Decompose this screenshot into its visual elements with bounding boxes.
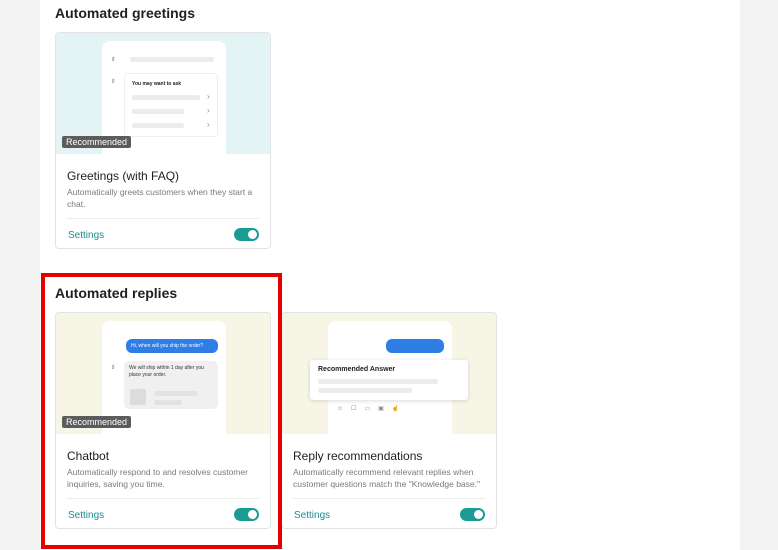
chevron-right-icon: › xyxy=(207,92,210,101)
card-reply-recommendations: Recommended Answer ☺☐▭▣☝ Reply recommend… xyxy=(281,312,497,529)
settings-link-greetings[interactable]: Settings xyxy=(68,230,104,241)
card-body: Reply recommendations Automatically reco… xyxy=(282,434,496,528)
chevron-right-icon: › xyxy=(207,120,210,129)
card-title: Reply recommendations xyxy=(293,449,423,463)
faq-box: You may want to ask › › › xyxy=(124,73,218,137)
answer-line xyxy=(318,379,438,384)
chat-toolbar-icons: ☺☐▭▣☝ xyxy=(337,406,408,412)
divider xyxy=(67,218,259,219)
settings-link-reply-recommendations[interactable]: Settings xyxy=(294,510,330,521)
toggle-knob xyxy=(474,510,483,519)
section-title-greetings: Automated greetings xyxy=(55,5,196,21)
card-preview: ♁ ♁ You may want to ask › › › Recommende… xyxy=(56,33,270,161)
faq-line xyxy=(132,123,184,128)
recommended-badge: Recommended xyxy=(62,136,132,148)
chevron-right-icon: › xyxy=(207,106,210,115)
toggle-reply-recommendations[interactable] xyxy=(460,508,485,521)
bot-icon: ♁ xyxy=(110,76,116,85)
placeholder-line xyxy=(130,57,214,62)
card-preview: Recommended Answer ☺☐▭▣☝ xyxy=(282,313,496,441)
faq-line xyxy=(132,95,200,100)
answer-line xyxy=(318,388,412,393)
card-description: Automatically recommend relevant replies… xyxy=(293,467,480,489)
card-description: Automatically greets customers when they… xyxy=(67,187,253,209)
toggle-knob xyxy=(248,230,257,239)
card-greetings-faq: ♁ ♁ You may want to ask › › › Recommende… xyxy=(55,32,271,249)
toggle-greetings[interactable] xyxy=(234,228,259,241)
card-title: Greetings (with FAQ) xyxy=(67,169,180,183)
highlight-box xyxy=(41,273,282,549)
recommended-answer-title: Recommended Answer xyxy=(318,366,396,373)
faq-line xyxy=(132,109,184,114)
recommended-answer-box: Recommended Answer xyxy=(310,360,468,400)
card-body: Greetings (with FAQ) Automatically greet… xyxy=(56,154,270,248)
customer-bubble xyxy=(386,339,444,353)
divider xyxy=(293,498,485,499)
bot-icon: ♁ xyxy=(110,54,116,63)
ask-text: You may want to ask xyxy=(132,81,182,87)
